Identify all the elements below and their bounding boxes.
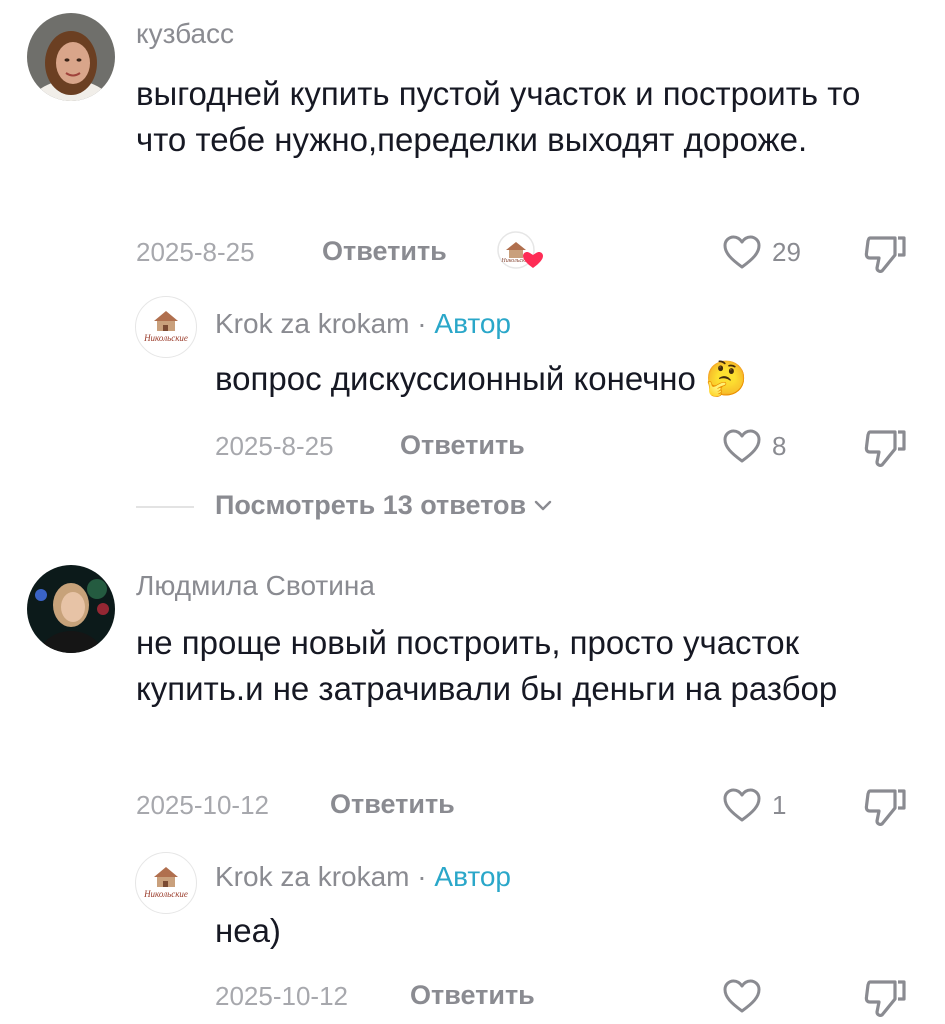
comment-username[interactable]: кузбасс	[136, 18, 234, 50]
reply-text: неа)	[215, 912, 281, 949]
avatar[interactable]	[27, 13, 115, 101]
like-button[interactable]: 8	[722, 428, 786, 464]
heart-outline-icon	[723, 979, 761, 1013]
dislike-button[interactable]	[862, 233, 910, 280]
comment-date: 2025-10-12	[136, 790, 269, 820]
like-button[interactable]: 1	[722, 787, 786, 823]
avatar[interactable]: Никольские	[135, 296, 197, 358]
like-count: 8	[772, 430, 787, 461]
thinking-emoji: 🤔	[705, 360, 748, 398]
creator-liked-icon: Никольские	[496, 230, 548, 274]
svg-text:Никольские: Никольские	[143, 333, 188, 343]
author-badge: Автор	[434, 308, 511, 339]
reply-text-row: вопрос дискуссионный конечно 🤔	[215, 356, 747, 402]
dislike-button[interactable]	[862, 786, 910, 833]
reply-username[interactable]: Krok za krokam	[215, 308, 410, 339]
reply-date: 2025-10-12	[215, 981, 348, 1011]
dislike-button[interactable]	[862, 427, 910, 474]
separator: ·	[417, 861, 427, 892]
svg-text:Никольские: Никольские	[143, 889, 188, 899]
separator: ·	[417, 308, 427, 339]
reply-date: 2025-8-25	[215, 431, 334, 461]
view-replies-label: Посмотреть 13 ответов	[215, 490, 527, 520]
dislike-icon	[864, 980, 906, 1017]
reply-username[interactable]: Krok za krokam	[215, 861, 410, 892]
dislike-icon	[864, 789, 906, 826]
reply-text: вопрос дискуссионный конечно	[215, 360, 696, 397]
heart-outline-icon	[723, 429, 761, 463]
reply-username-row: Krok za krokam · Автор	[215, 861, 511, 893]
dislike-icon	[864, 430, 906, 467]
comment-text: выгодней купить пустой участок и построи…	[136, 75, 861, 158]
like-count: 1	[772, 789, 787, 820]
reply-button[interactable]: Ответить	[330, 789, 455, 820]
comment-date: 2025-8-25	[136, 237, 255, 267]
author-badge: Автор	[434, 861, 511, 892]
dislike-button[interactable]	[862, 977, 910, 1024]
heart-outline-icon	[723, 235, 761, 269]
chevron-down-icon	[534, 500, 552, 510]
comment-text: не проще новый построить, просто участок…	[136, 624, 838, 707]
like-button[interactable]	[722, 978, 772, 1014]
like-count: 29	[772, 236, 801, 267]
view-replies-button[interactable]: Посмотреть 13 ответов	[215, 490, 554, 521]
avatar[interactable]	[27, 565, 115, 653]
avatar[interactable]: Никольские	[135, 852, 197, 914]
dislike-icon	[864, 236, 906, 273]
reply-button[interactable]: Ответить	[400, 430, 525, 461]
like-button[interactable]: 29	[722, 234, 801, 270]
reply-button[interactable]: Ответить	[322, 236, 447, 267]
heart-outline-icon	[723, 788, 761, 822]
divider	[136, 506, 194, 508]
comment-username[interactable]: Людмила Свотина	[136, 570, 375, 602]
reply-username-row: Krok za krokam · Автор	[215, 308, 511, 340]
reply-button[interactable]: Ответить	[410, 980, 535, 1011]
